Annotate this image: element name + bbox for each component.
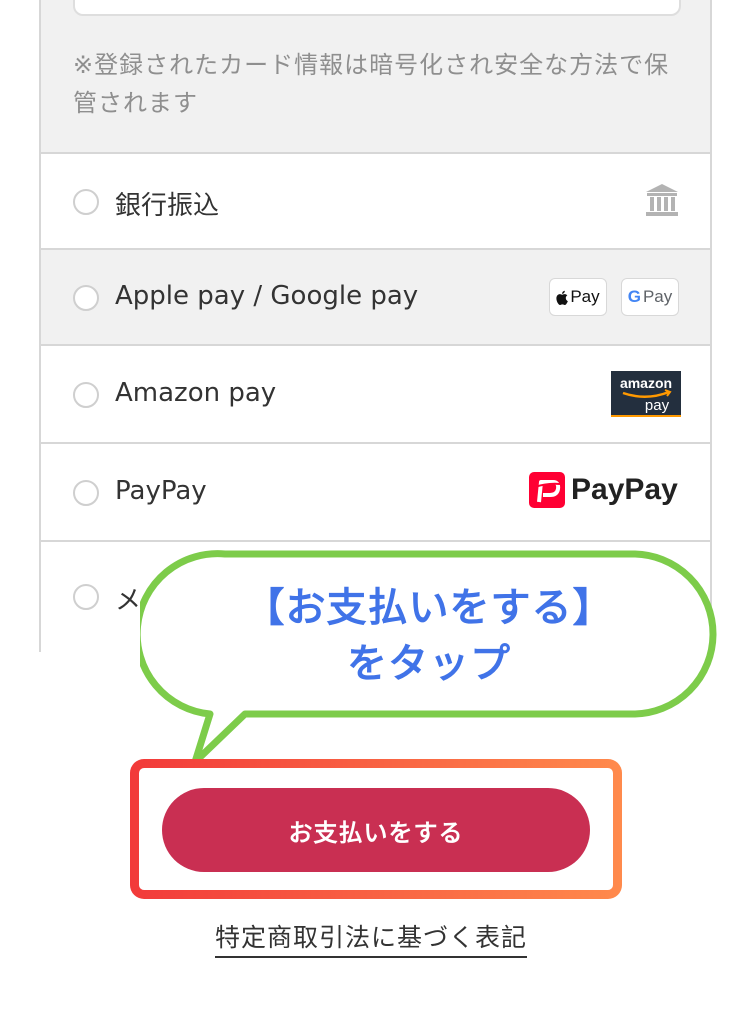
- callout-text: 【お支払いをする】 をタップ: [140, 580, 718, 692]
- payment-option-apple-google-pay[interactable]: Apple pay / Google pay Pay G Pay: [41, 250, 710, 346]
- radio-bank-transfer[interactable]: [73, 189, 99, 215]
- callout-line-1: 【お支払いをする】: [244, 585, 614, 631]
- amazon-logo-text: amazon: [620, 375, 672, 391]
- card-info-section: ※登録されたカード情報は暗号化され安全な方法で保管されます: [41, 0, 710, 154]
- payment-option-amazon-pay[interactable]: Amazon pay amazon pay: [41, 346, 710, 444]
- radio-apple-google-pay[interactable]: [73, 285, 99, 311]
- legal-notice-link[interactable]: 特定商取引法に基づく表記: [215, 918, 528, 958]
- radio-paypay[interactable]: [73, 480, 99, 506]
- paypay-mark-icon: [529, 472, 565, 508]
- option-label: Apple pay / Google pay: [115, 281, 419, 311]
- option-label: Amazon pay: [115, 378, 277, 408]
- submit-payment-button[interactable]: お支払いをする: [162, 788, 590, 872]
- apple-pay-badge: Pay: [549, 278, 607, 316]
- bank-icon: [646, 184, 678, 216]
- callout-line-2: をタップ: [347, 641, 511, 687]
- card-input-field[interactable]: [73, 0, 681, 16]
- payment-option-paypay[interactable]: PayPay PayPay: [41, 444, 710, 542]
- radio-merpay[interactable]: [73, 584, 99, 610]
- apple-logo-icon: [556, 290, 569, 305]
- radio-amazon-pay[interactable]: [73, 382, 99, 408]
- amazon-pay-logo: amazon pay: [611, 371, 681, 417]
- payment-option-bank-transfer[interactable]: 銀行振込: [41, 154, 710, 250]
- google-g-icon: G: [627, 287, 641, 306]
- paypay-logo-text: PayPay: [571, 473, 678, 506]
- google-pay-text: Pay: [642, 287, 673, 306]
- apple-pay-text: Pay: [570, 287, 600, 306]
- card-security-note: ※登録されたカード情報は暗号化され安全な方法で保管されます: [73, 51, 670, 117]
- option-label: 銀行振込: [115, 191, 220, 221]
- option-label: PayPay: [115, 476, 207, 506]
- google-pay-badge: G Pay: [621, 278, 679, 316]
- paypay-logo: PayPay: [529, 472, 678, 508]
- pay-logo-text: pay: [645, 397, 670, 414]
